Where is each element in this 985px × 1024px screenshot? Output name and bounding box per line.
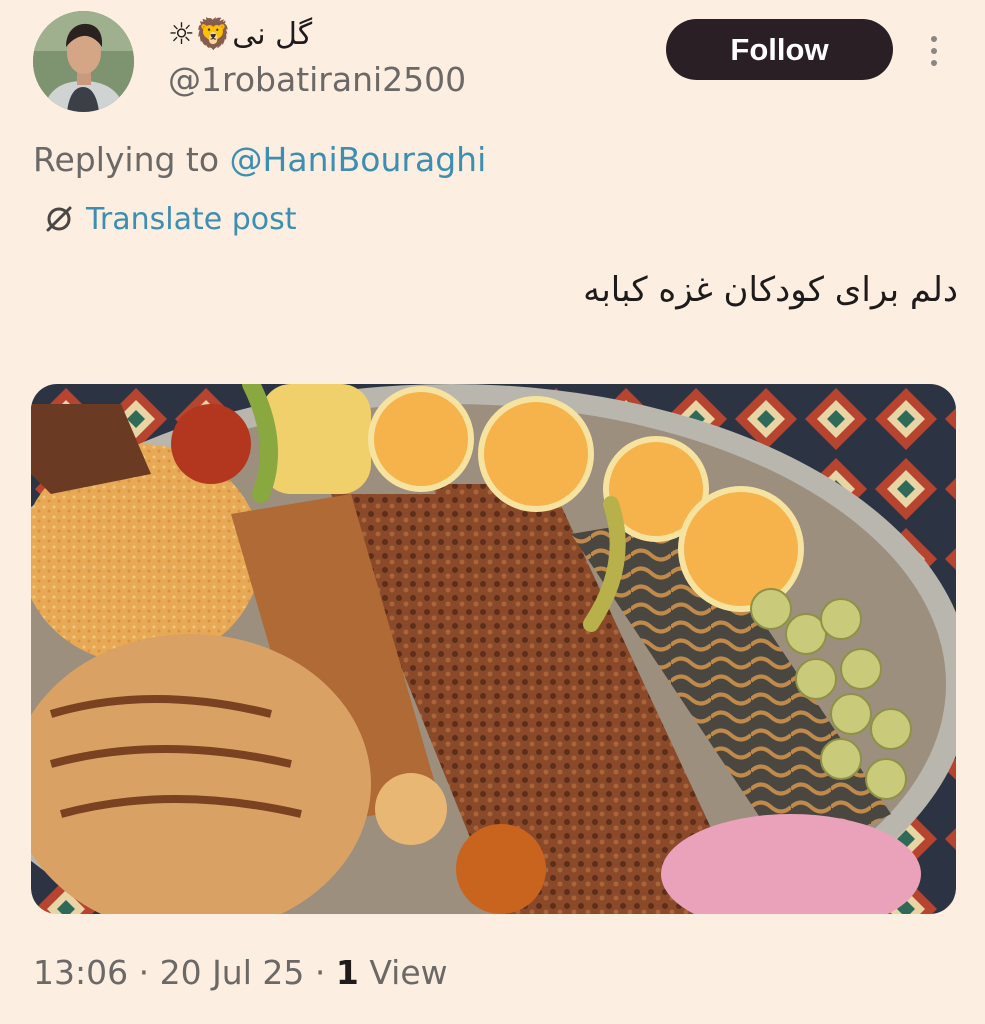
view-count: 1 — [335, 953, 359, 992]
user-handle[interactable]: @1robatirani2500 — [168, 60, 466, 99]
post-text: دلم برای کودکان غزه کبابه — [583, 270, 958, 310]
display-name[interactable]: گل نی🦁☼ — [168, 17, 312, 52]
meta-separator: · — [128, 953, 160, 992]
translate-post-label: Translate post — [86, 201, 297, 237]
meta-separator: · — [304, 953, 336, 992]
replying-to-line: Replying to @HaniBouraghi — [33, 140, 486, 179]
post-date[interactable]: 20 Jul 25 — [160, 953, 305, 992]
post-meta: 13:06 · 20 Jul 25 · 1 View — [33, 953, 448, 992]
kebab-platter-photo — [31, 384, 956, 914]
person-avatar-icon — [33, 11, 134, 112]
more-options-icon[interactable] — [923, 32, 945, 72]
translate-globe-icon — [46, 206, 72, 232]
user-avatar[interactable] — [33, 11, 134, 112]
follow-button[interactable]: Follow — [666, 19, 893, 80]
post-time[interactable]: 13:06 — [33, 953, 128, 992]
post-image[interactable] — [31, 384, 956, 914]
reply-mention-link[interactable]: @HaniBouraghi — [230, 140, 487, 179]
replying-to-prefix: Replying to — [33, 140, 230, 179]
translate-post-link[interactable]: Translate post — [42, 197, 297, 241]
view-label: View — [358, 953, 448, 992]
